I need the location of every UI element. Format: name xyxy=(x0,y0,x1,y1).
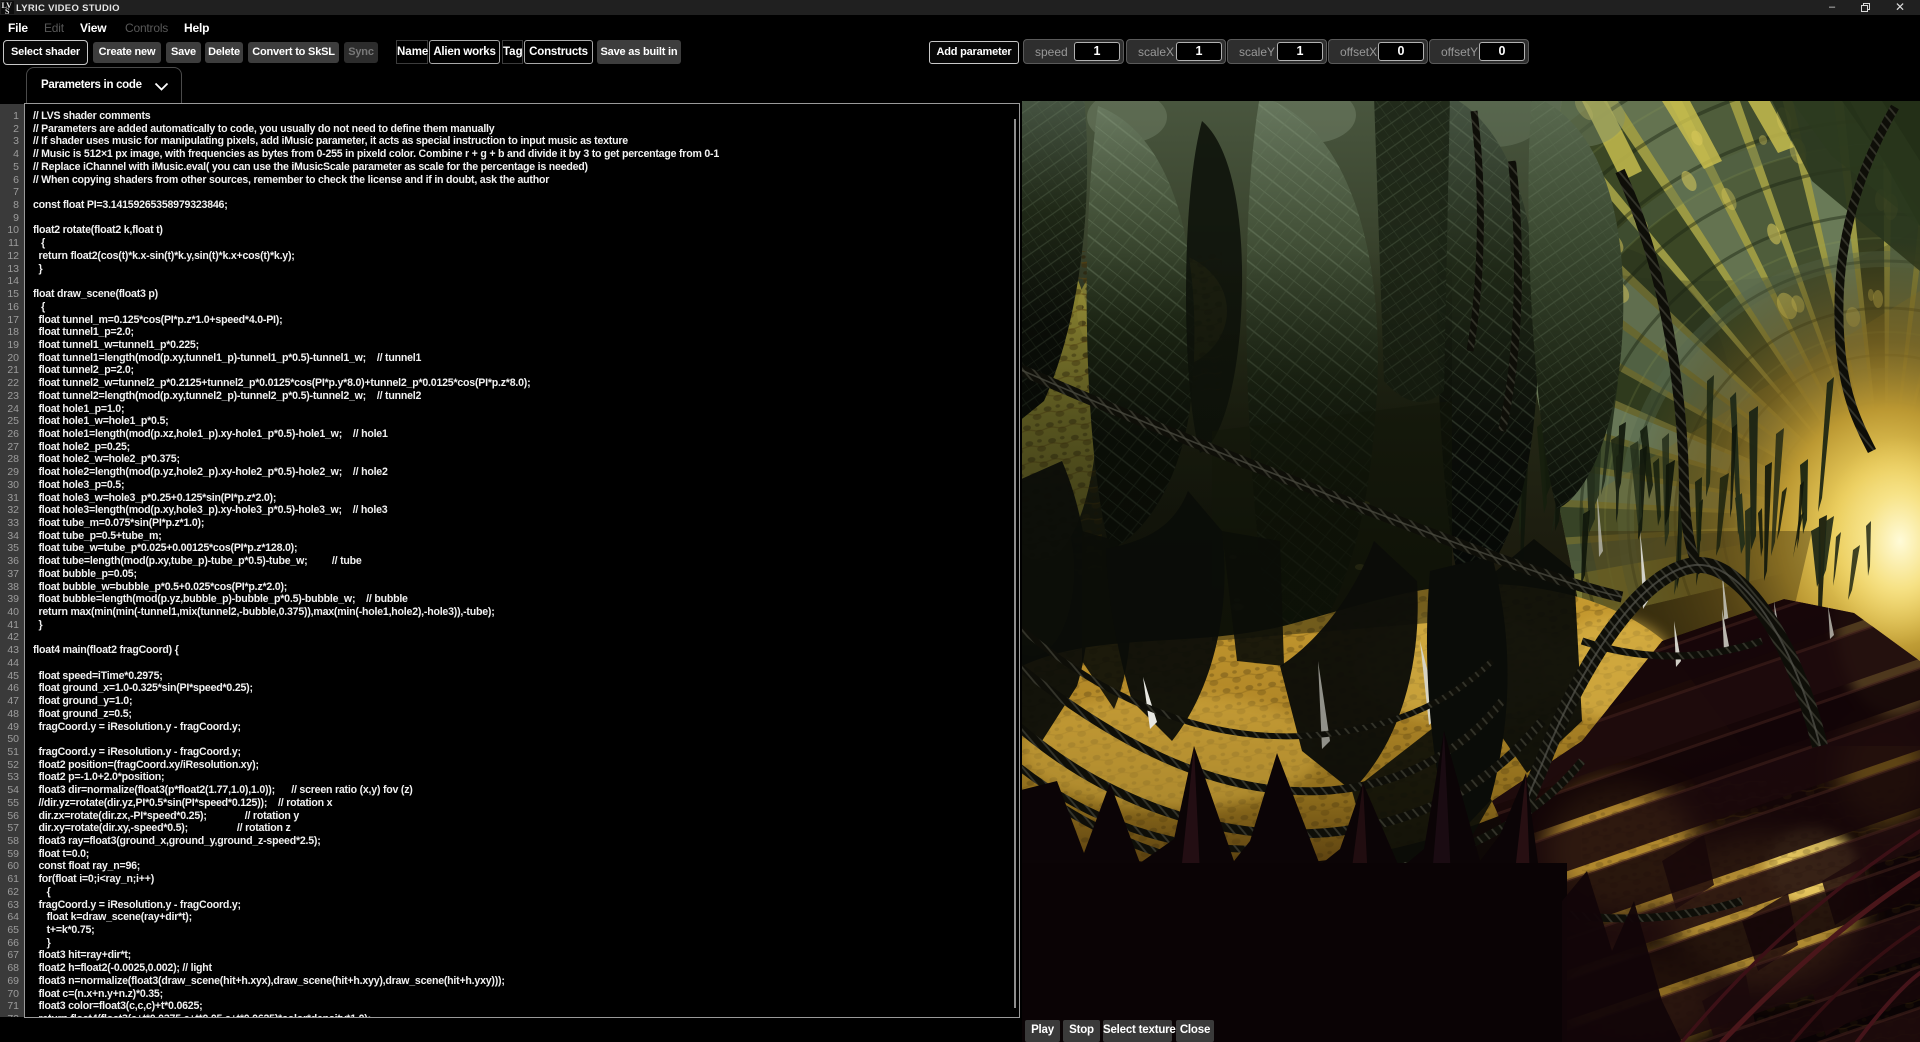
svg-text:S: S xyxy=(5,7,10,14)
